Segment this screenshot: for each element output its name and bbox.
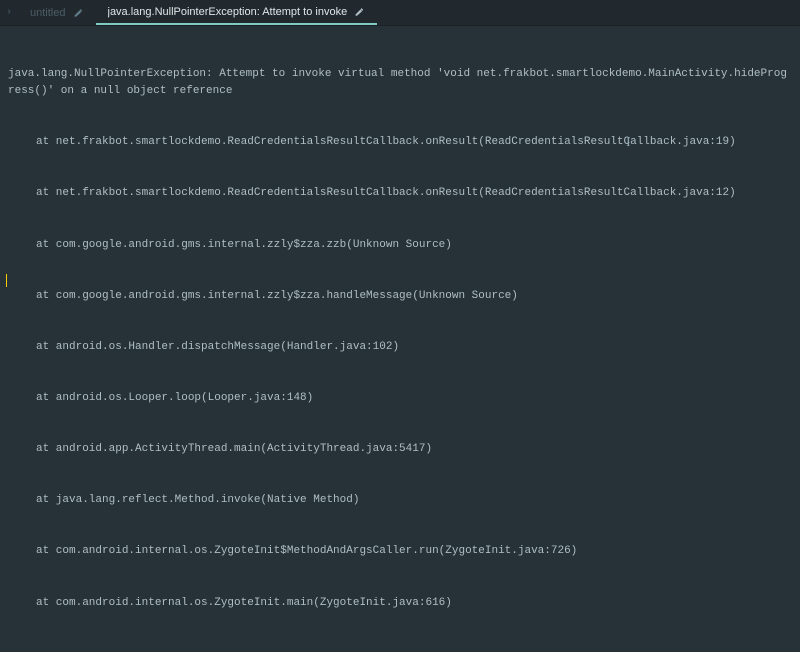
stack-line: at android.app.ActivityThread.main(Activ… xyxy=(8,441,792,458)
tab-label: untitled xyxy=(30,7,65,19)
tab-untitled[interactable]: untitled xyxy=(18,0,95,25)
stack-line: at net.frakbot.smartlockdemo.ReadCredent… xyxy=(8,134,792,151)
stack-line: at android.os.Looper.loop(Looper.java:14… xyxy=(8,390,792,407)
stack-line: at net.frakbot.smartlockdemo.ReadCredent… xyxy=(8,185,792,202)
stack-line: at java.lang.reflect.Method.invoke(Nativ… xyxy=(8,492,792,509)
stack-line: at com.android.internal.os.ZygoteInit.ma… xyxy=(8,595,792,612)
stack-line: at com.android.internal.os.ZygoteInit$Me… xyxy=(8,543,792,560)
tab-exception[interactable]: java.lang.NullPointerException: Attempt … xyxy=(96,0,378,25)
chevron-right-icon: › xyxy=(0,7,18,18)
tab-bar: › untitled java.lang.NullPointerExceptio… xyxy=(0,0,800,26)
stack-line: at com.google.android.gms.internal.zzly$… xyxy=(8,237,792,254)
stack-line: at com.google.android.gms.internal.zzly$… xyxy=(8,288,792,305)
pencil-icon xyxy=(74,8,84,18)
stack-line: at android.os.Handler.dispatchMessage(Ha… xyxy=(8,339,792,356)
pencil-icon xyxy=(355,7,365,17)
editor-pane[interactable]: java.lang.NullPointerException: Attempt … xyxy=(0,26,800,652)
text-cursor xyxy=(6,274,7,287)
tab-label: java.lang.NullPointerException: Attempt … xyxy=(108,6,348,18)
exception-header: java.lang.NullPointerException: Attempt … xyxy=(8,66,792,100)
